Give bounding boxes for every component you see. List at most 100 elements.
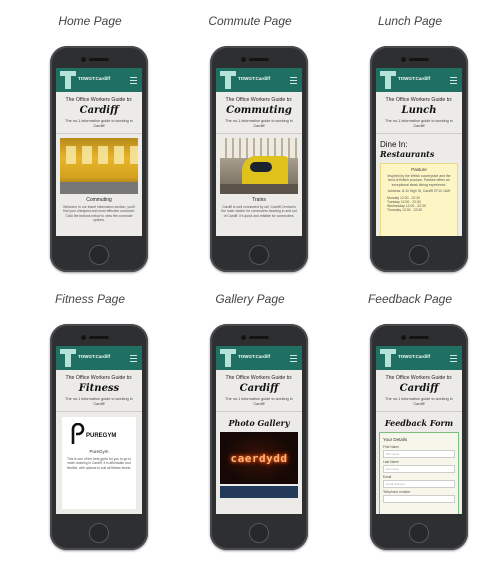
hero-title: Cardiff bbox=[79, 105, 119, 116]
phone-screen[interactable]: TOWGT:Cardiff The Office Workers Guide t… bbox=[216, 346, 302, 514]
card-body: Cardiff is well connected by rail. Cardi… bbox=[221, 205, 297, 218]
hero-subtitle: The Office Workers Guide to: bbox=[385, 97, 453, 103]
hamburger-menu-icon[interactable] bbox=[130, 77, 137, 86]
brand-name[interactable]: TOWGT:Cardiff bbox=[398, 76, 430, 81]
navbar: TOWGT:Cardiff bbox=[376, 68, 462, 92]
phone-screen[interactable]: TOWGT:Cardiff The Office Workers Guide t… bbox=[56, 346, 142, 514]
hamburger-menu-icon[interactable] bbox=[290, 77, 297, 86]
phone-screen[interactable]: TOWGT:Cardiff The Office Workers Guide t… bbox=[216, 68, 302, 236]
speaker bbox=[249, 58, 269, 61]
hero-tagline: The no.1 information guide to working in… bbox=[225, 119, 293, 128]
divider bbox=[216, 411, 302, 412]
divider bbox=[56, 411, 142, 412]
divider bbox=[56, 133, 142, 134]
field-label: First Name bbox=[383, 445, 400, 449]
first-name-input[interactable]: first name bbox=[383, 450, 455, 458]
navbar: TOWGT:Cardiff bbox=[56, 346, 142, 370]
caption: Home Page bbox=[58, 14, 122, 28]
phone-frame: TOWGT:Cardiff The Office Workers Guide t… bbox=[370, 46, 468, 272]
gallery-photo[interactable]: caerdydd bbox=[220, 432, 298, 484]
telephone-input[interactable] bbox=[383, 495, 455, 503]
feedback-form: Your Details First Name first name Last … bbox=[379, 432, 459, 514]
brand-name[interactable]: TOWGT:Cardiff bbox=[238, 354, 270, 359]
hamburger-menu-icon[interactable] bbox=[290, 355, 297, 364]
logo-icon[interactable] bbox=[220, 349, 236, 367]
opening-hours: Monday 12:00 - 22:30 Tuesday 12:00 - 22:… bbox=[387, 196, 451, 213]
home-button[interactable] bbox=[249, 523, 269, 543]
camera-icon bbox=[401, 335, 406, 340]
hero-subtitle: The Office Workers Guide to: bbox=[385, 375, 453, 381]
home-button[interactable] bbox=[89, 245, 109, 265]
card-body: Welcome to our travel information sectio… bbox=[63, 205, 135, 223]
speaker bbox=[409, 336, 429, 339]
home-button[interactable] bbox=[249, 245, 269, 265]
home-button[interactable] bbox=[409, 245, 429, 265]
navbar: TOWGT:Cardiff bbox=[216, 346, 302, 370]
logo-icon[interactable] bbox=[60, 349, 76, 367]
logo-icon[interactable] bbox=[60, 71, 76, 89]
hero-subtitle: The Office Workers Guide to: bbox=[65, 375, 133, 381]
train-photo bbox=[220, 138, 298, 194]
gym-description: This is one of the best gyms for you to … bbox=[66, 457, 132, 470]
phone-screen[interactable]: TOWGT:Cardiff The Office Workers Guide t… bbox=[376, 68, 462, 236]
email-input[interactable]: email address bbox=[383, 480, 455, 488]
home-button[interactable] bbox=[409, 523, 429, 543]
speaker bbox=[249, 336, 269, 339]
camera-icon bbox=[241, 335, 246, 340]
home-button[interactable] bbox=[89, 523, 109, 543]
caption: Gallery Page bbox=[215, 292, 285, 306]
divider bbox=[216, 133, 302, 134]
phone-frame: TOWGT:Cardiff The Office Workers Guide t… bbox=[210, 324, 308, 550]
hero-tagline: The no.1 information guide to working in… bbox=[385, 119, 453, 128]
gallery-photo[interactable] bbox=[220, 486, 298, 498]
hamburger-menu-icon[interactable] bbox=[450, 77, 457, 86]
section-title: Feedback Form bbox=[384, 418, 454, 428]
logo-icon[interactable] bbox=[380, 349, 396, 367]
hero-title: Cardiff bbox=[399, 383, 439, 394]
phone-screen[interactable]: TOWGT:Cardiff The Office Workers Guide t… bbox=[56, 68, 142, 236]
hamburger-menu-icon[interactable] bbox=[450, 355, 457, 364]
card-title: Commuting bbox=[86, 197, 112, 203]
camera-icon bbox=[81, 335, 86, 340]
hamburger-menu-icon[interactable] bbox=[130, 355, 137, 364]
restaurants-label: Restaurants bbox=[380, 149, 435, 159]
phone-frame: TOWGT:Cardiff The Office Workers Guide t… bbox=[370, 324, 468, 550]
brand-name[interactable]: TOWGT:Cardiff bbox=[398, 354, 430, 359]
hero-subtitle: The Office Workers Guide to: bbox=[225, 375, 293, 381]
hero-subtitle: The Office Workers Guide to: bbox=[65, 97, 133, 103]
speaker bbox=[89, 336, 109, 339]
speaker bbox=[409, 58, 429, 61]
caption: Feedback Page bbox=[367, 292, 453, 306]
puregym-logo-icon bbox=[71, 423, 85, 444]
brand-name[interactable]: TOWGT:Cardiff bbox=[238, 76, 270, 81]
venue-address: Address: 8-10 High St, Cardiff CF10 1AW bbox=[387, 189, 451, 194]
venue-name: Pasture bbox=[411, 167, 427, 172]
camera-icon bbox=[81, 57, 86, 62]
hero-title: Lunch bbox=[401, 105, 437, 116]
logo-icon[interactable] bbox=[220, 71, 236, 89]
hours-row: Thursday 12:00 - 22:30 bbox=[387, 208, 423, 213]
phone-frame: TOWGT:Cardiff The Office Workers Guide t… bbox=[50, 46, 148, 272]
phone-screen[interactable]: TOWGT:Cardiff The Office Workers Guide t… bbox=[376, 346, 462, 514]
field-label: Email bbox=[383, 475, 392, 479]
speaker bbox=[89, 58, 109, 61]
section-heading: Dine In: Restaurants bbox=[380, 140, 458, 159]
navbar: TOWGT:Cardiff bbox=[216, 68, 302, 92]
logo-icon[interactable] bbox=[380, 71, 396, 89]
restaurant-card: Pasture Inspired by the Welsh countrysid… bbox=[380, 163, 458, 236]
neon-sign-text: caerdydd bbox=[230, 452, 288, 465]
brand-name[interactable]: TOWGT:Cardiff bbox=[78, 354, 110, 359]
caption: Commute Page bbox=[208, 14, 292, 28]
gym-logo-text: PUREGYM bbox=[86, 433, 117, 439]
section-title: Photo Gallery bbox=[228, 418, 290, 428]
hero-tagline: The no.1 information guide to working in… bbox=[65, 119, 133, 128]
brand-name[interactable]: TOWGT:Cardiff bbox=[78, 76, 110, 81]
navbar: TOWGT:Cardiff bbox=[376, 346, 462, 370]
hero-subtitle: The Office Workers Guide to: bbox=[225, 97, 293, 103]
caption: Fitness Page bbox=[54, 292, 126, 306]
last-name-input[interactable]: last name bbox=[383, 465, 455, 473]
camera-icon bbox=[401, 57, 406, 62]
navbar: TOWGT:Cardiff bbox=[56, 68, 142, 92]
dine-in-label: Dine In: bbox=[380, 140, 408, 149]
hero-tagline: The no.1 information guide to working in… bbox=[65, 397, 133, 406]
